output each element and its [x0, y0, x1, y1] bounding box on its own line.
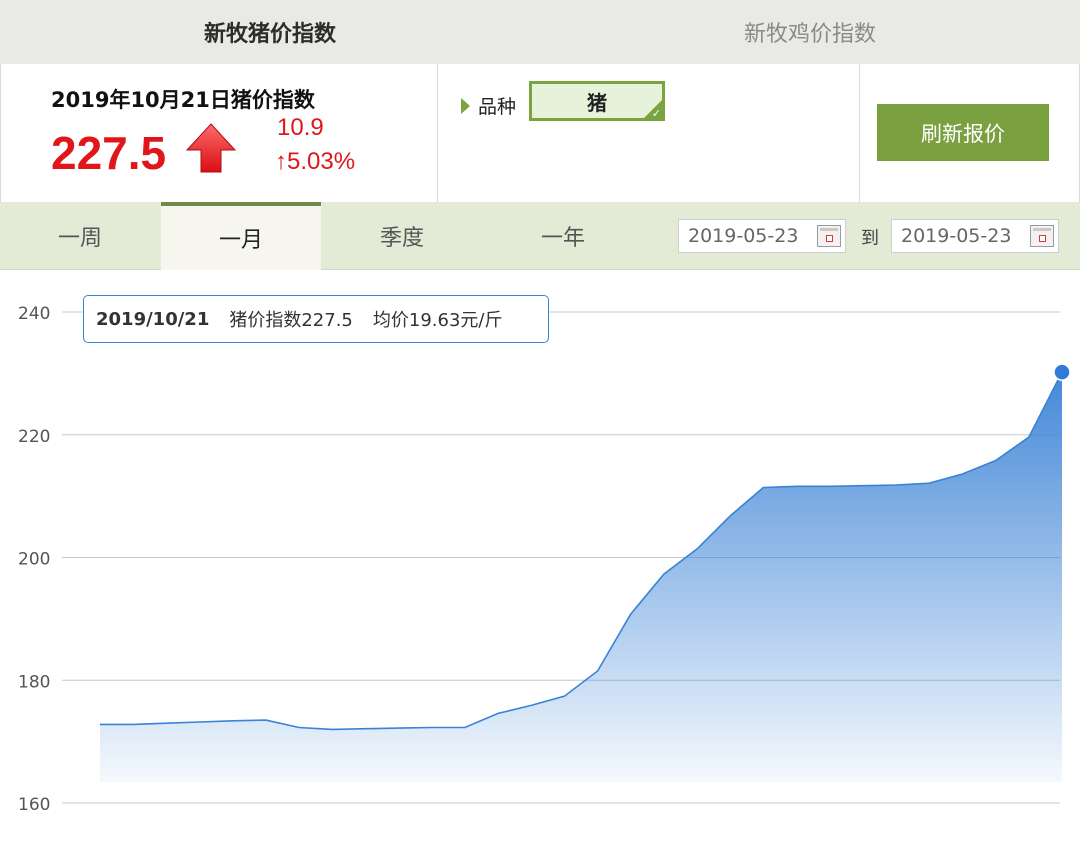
tab-pig-index[interactable]: 新牧猪价指数 — [0, 0, 540, 64]
refresh-panel: 刷新报价 — [860, 64, 1079, 202]
highlighted-data-point[interactable] — [1053, 363, 1071, 381]
check-icon: ✓ — [651, 107, 661, 120]
end-date-input[interactable]: 2019-05-23 — [891, 219, 1059, 253]
period-bar: 一周 一月 季度 一年 2019-05-23 2019-05-23 — [0, 202, 1080, 270]
y-tick-label: 240 — [18, 304, 50, 324]
variety-label: 品种 — [478, 96, 517, 118]
index-title: 2019年10月21日猪价指数 — [51, 88, 315, 112]
tooltip-index: 猪价指数227.5 — [229, 310, 353, 331]
calendar-icon[interactable] — [1030, 225, 1054, 247]
info-row: 2019年10月21日猪价指数 227.5 10.9 ↑5.03% 品种 猪 ✓… — [0, 64, 1080, 203]
index-value: 227.5 — [51, 127, 167, 179]
variety-select[interactable]: 猪 ✓ — [529, 81, 665, 121]
variety-panel: 品种 猪 ✓ — [437, 64, 860, 202]
y-tick-label: 180 — [18, 672, 50, 692]
price-index-chart[interactable]: 240 220 200 180 160 — [0, 270, 1080, 841]
change-percent: ↑5.03% — [275, 148, 356, 175]
chart-tooltip: 2019/10/21 猪价指数227.5 均价19.63元/斤 — [83, 295, 549, 343]
calendar-icon[interactable] — [817, 225, 841, 247]
tab-month[interactable]: 一月 — [161, 202, 321, 270]
up-arrow-icon — [185, 123, 237, 173]
start-date-value: 2019-05-23 — [688, 225, 799, 247]
change-absolute: 10.9 — [277, 114, 324, 141]
end-date-value: 2019-05-23 — [901, 225, 1012, 247]
date-range-separator: 到 — [861, 228, 879, 249]
index-summary-panel: 2019年10月21日猪价指数 227.5 10.9 ↑5.03% — [1, 64, 438, 202]
tab-week[interactable]: 一周 — [0, 202, 160, 269]
tooltip-average-price: 均价19.63元/斤 — [372, 310, 503, 331]
variety-selected-value: 猪 — [587, 90, 607, 115]
y-tick-label: 220 — [18, 427, 50, 447]
start-date-input[interactable]: 2019-05-23 — [678, 219, 846, 253]
tab-year[interactable]: 一年 — [483, 202, 643, 269]
refresh-price-button[interactable]: 刷新报价 — [877, 104, 1049, 161]
variety-label-group: 品种 — [461, 92, 516, 119]
index-type-tabs: 新牧猪价指数 新牧鸡价指数 — [0, 0, 1080, 64]
y-tick-label: 160 — [18, 795, 50, 815]
y-tick-label: 200 — [18, 550, 50, 570]
triangle-right-icon — [461, 97, 470, 114]
tooltip-date: 2019/10/21 — [96, 308, 210, 330]
tab-chicken-index[interactable]: 新牧鸡价指数 — [540, 0, 1080, 64]
tab-quarter[interactable]: 季度 — [322, 202, 482, 269]
